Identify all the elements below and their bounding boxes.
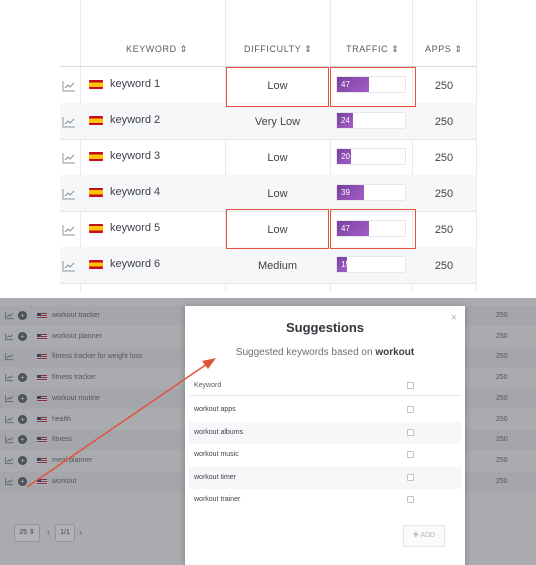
column-divider (476, 0, 477, 292)
trend-chart-icon[interactable] (62, 151, 76, 164)
keyword-name[interactable]: keyword 3 (110, 150, 160, 162)
header-traffic[interactable]: TRAFFIC ⇕ (346, 44, 399, 55)
apps-value: 250 (434, 152, 454, 164)
traffic-value: 39 (341, 188, 350, 197)
keyword-name[interactable]: keyword 1 (110, 78, 160, 90)
difficulty-value: Very Low (254, 116, 301, 128)
suggestion-row[interactable]: workout albums (189, 421, 461, 444)
trend-chart-icon[interactable] (62, 79, 76, 92)
modal-subtitle: Suggested keywords based on workout (185, 347, 465, 358)
spain-flag-icon (89, 188, 103, 197)
row-divider (60, 139, 476, 140)
apps-value: 250 (434, 224, 454, 236)
suggestion-keyword: workout albums (194, 428, 244, 436)
trend-chart-icon[interactable] (62, 187, 76, 200)
difficulty-value: Low (267, 188, 288, 200)
keyword-name[interactable]: keyword 5 (110, 222, 160, 234)
spain-flag-icon (89, 116, 103, 125)
spain-flag-icon (89, 224, 103, 233)
header-apps[interactable]: APPS ⇕ (425, 44, 463, 55)
suggestion-keyword: workout apps (194, 406, 236, 413)
keyword-column-header: Keyword (194, 382, 222, 389)
trend-chart-icon[interactable] (62, 259, 76, 272)
apps-value: 250 (434, 80, 454, 92)
apps-value: 250 (434, 188, 454, 200)
keyword-name[interactable]: keyword 6 (110, 258, 160, 270)
suggestions-modal: × Suggestions Suggested keywords based o… (185, 306, 465, 565)
difficulty-highlight-box (226, 209, 329, 249)
traffic-value: 20 (341, 152, 350, 161)
suggestions-header: Keyword (189, 374, 461, 396)
suggestion-row[interactable]: workout timer (189, 466, 461, 489)
header-difficulty[interactable]: DIFFICULTY ⇕ (244, 44, 312, 55)
difficulty-value: Low (267, 152, 288, 164)
apps-value: 250 (434, 260, 454, 272)
difficulty-value: Medium (257, 260, 298, 272)
traffic-highlight-box (330, 209, 416, 249)
traffic-highlight-box (330, 67, 416, 107)
spain-flag-icon (89, 260, 103, 269)
apps-value: 250 (434, 116, 454, 128)
suggestion-checkbox[interactable] (407, 428, 414, 436)
traffic-value: 15 (341, 260, 350, 269)
modal-title: Suggestions (285, 320, 364, 335)
traffic-bar: 39 (336, 184, 406, 201)
spain-flag-icon (89, 152, 103, 161)
suggestion-row[interactable]: workout music (189, 444, 461, 466)
traffic-bar: 20 (336, 148, 406, 165)
header-keyword[interactable]: KEYWORD ⇕ (126, 44, 188, 55)
suggestion-keyword: workout timer (194, 473, 237, 481)
subtitle-text: Suggested keywords based on (235, 347, 373, 358)
suggestion-keyword: workout music (194, 451, 239, 458)
row-divider (60, 283, 476, 284)
traffic-value: 24 (341, 116, 350, 125)
suggestion-row[interactable]: workout trainer (189, 489, 461, 511)
keyword-name[interactable]: keyword 4 (110, 186, 160, 198)
subtitle-term: workout (375, 347, 415, 358)
traffic-bar: 24 (336, 112, 406, 129)
select-all-checkbox[interactable] (407, 382, 414, 389)
difficulty-highlight-box (226, 67, 329, 107)
suggestion-checkbox[interactable] (407, 406, 414, 413)
keyword-name[interactable]: keyword 2 (110, 114, 160, 126)
trend-chart-icon[interactable] (62, 223, 76, 236)
suggestion-keyword: workout trainer (194, 496, 241, 503)
suggestion-row[interactable]: workout apps (189, 399, 461, 421)
traffic-bar: 15 (336, 256, 406, 273)
spain-flag-icon (89, 80, 103, 89)
add-button[interactable]: ✚ ADD (403, 525, 445, 547)
suggestion-checkbox[interactable] (407, 496, 414, 503)
suggestion-checkbox[interactable] (407, 473, 414, 481)
suggestion-checkbox[interactable] (407, 451, 414, 458)
keyword-table: KEYWORD ⇕ DIFFICULTY ⇕ TRAFFIC ⇕ APPS ⇕ … (0, 0, 536, 292)
trend-chart-icon[interactable] (62, 115, 76, 128)
